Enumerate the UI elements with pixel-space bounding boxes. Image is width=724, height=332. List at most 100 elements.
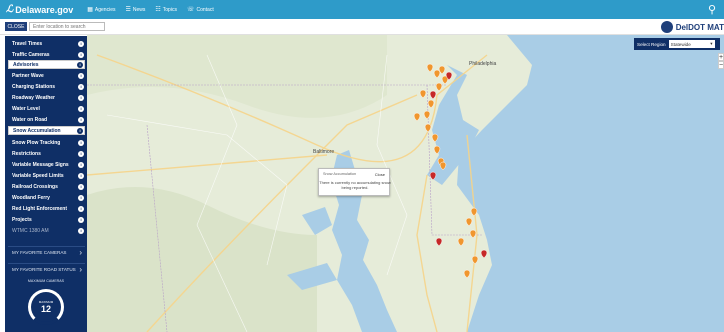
region-select[interactable]: Statewide ▾ <box>668 40 715 48</box>
top-bar: ℒ Delaware.gov ▦ Agencies ☰ News ☷ Topics ☏… <box>0 0 724 19</box>
info-icon[interactable]: i <box>77 61 83 68</box>
sidebar-item[interactable]: Traffic Cameras i <box>8 50 85 59</box>
info-icon[interactable]: i <box>78 194 84 201</box>
sidebar-item[interactable]: Travel Times i <box>8 39 85 48</box>
info-icon[interactable]: i <box>78 139 84 146</box>
sidebar-item[interactable]: Snow Plow Tracking i <box>8 138 85 147</box>
contact-icon: ☏ <box>186 7 195 13</box>
popup-close-button[interactable]: Close <box>375 172 385 177</box>
sidebar-link-label: MY FAVORITE ROAD STATUS <box>12 267 76 272</box>
info-icon[interactable]: i <box>78 205 84 212</box>
sidebar-item[interactable]: Charging Stations i <box>8 82 85 91</box>
sidebar-link[interactable]: MY FAVORITE ROAD STATUS › <box>8 263 85 275</box>
delaware-logo[interactable]: ℒ Delaware.gov <box>6 4 73 15</box>
nav-label: Topics <box>162 6 177 13</box>
sidebar-link[interactable]: MY FAVORITE CAMERAS › <box>8 246 85 258</box>
sidebar-item[interactable]: Woodland Ferry i <box>8 193 85 202</box>
top-nav: ▦ Agencies ☰ News ☷ Topics ☏ Contact <box>87 6 223 14</box>
sidebar-item-label: Woodland Ferry <box>12 194 50 201</box>
sidebar-item-label: Water on Road <box>12 116 48 123</box>
location-search-input[interactable] <box>29 22 105 31</box>
sidebar-item-label: Roadway Weather <box>12 94 55 101</box>
info-icon[interactable]: i <box>78 183 84 190</box>
brand-text: DelDOT MAT <box>675 22 724 32</box>
nav-label: News <box>132 6 146 13</box>
sidebar-item[interactable]: Variable Speed Limits i <box>8 171 85 180</box>
sidebar-item[interactable]: Projects i <box>8 215 85 224</box>
close-button[interactable]: CLOSE <box>5 22 27 31</box>
info-icon[interactable]: i <box>78 51 84 58</box>
region-selector[interactable]: Select Region Statewide ▾ <box>634 38 720 50</box>
city-label-baltimore: Baltimore <box>313 149 334 155</box>
zoom-out-button[interactable]: − <box>718 61 724 69</box>
sidebar-link-label: MY FAVORITE CAMERAS <box>12 250 67 255</box>
info-icon[interactable]: i <box>78 94 84 101</box>
sidebar-item[interactable]: Water on Road i <box>8 115 85 124</box>
nav-label: Contact <box>196 6 214 13</box>
snow-accumulation-popup: Snow Accumulation Close There is current… <box>318 168 391 196</box>
deldot-logo-icon <box>660 21 673 33</box>
site-name: Delaware.gov <box>15 4 74 15</box>
sidebar-item[interactable]: Snow Accumulation i <box>8 126 85 135</box>
sidebar-item-label: Red Light Enforcement <box>12 205 68 212</box>
sidebar-item-label: WTMC 1380 AM <box>12 227 49 234</box>
sidebar-item-label: Advisories <box>13 61 39 68</box>
sidebar-item[interactable]: Red Light Enforcement i <box>8 204 85 213</box>
info-icon[interactable]: i <box>78 161 84 168</box>
sidebar-item-label: Travel Times <box>12 40 43 47</box>
sidebar-item[interactable]: Roadway Weather i <box>8 93 85 102</box>
sidebar-item[interactable]: WTMC 1380 AM i <box>8 226 85 235</box>
sidebar-item[interactable]: Variable Message Signs i <box>8 160 85 169</box>
sidebar-item-label: Variable Message Signs <box>12 161 69 168</box>
sidebar-item[interactable]: Partner Wave i <box>8 71 85 80</box>
popup-title: Snow Accumulation <box>323 172 357 176</box>
nav-label: Agencies <box>94 6 116 13</box>
popup-message: There is currently no accumulating snow … <box>319 180 391 190</box>
camera-gauge: MAXIMUM 12 <box>28 289 64 325</box>
sidebar-item-label: Restrictions <box>12 150 41 157</box>
info-icon[interactable]: i <box>78 227 84 234</box>
nav-topics[interactable]: ☷ Topics <box>155 6 177 14</box>
info-icon[interactable]: i <box>77 127 83 134</box>
sidebar-item-label: Snow Accumulation <box>13 127 61 134</box>
sidebar-item[interactable]: Restrictions i <box>8 149 85 158</box>
deldot-brand[interactable]: DelDOT MAT <box>660 21 724 33</box>
sidebar-item[interactable]: Railroad Crossings i <box>8 182 85 191</box>
info-icon[interactable]: i <box>78 116 84 123</box>
layer-sidebar: Travel Times i Traffic Cameras i Advisories i… <box>5 36 87 332</box>
nav-contact[interactable]: ☏ Contact <box>186 6 214 14</box>
sidebar-item-label: Partner Wave <box>12 72 44 79</box>
info-icon[interactable]: i <box>78 216 84 223</box>
info-icon[interactable]: i <box>78 83 84 90</box>
chevron-right-icon: › <box>79 265 82 274</box>
search-icon[interactable]: ⚲ <box>708 3 716 16</box>
sidebar-item-label: Charging Stations <box>12 83 56 90</box>
building-icon: ▦ <box>87 7 93 13</box>
map-view[interactable]: Baltimore Philadelphia <box>87 35 724 332</box>
info-icon[interactable]: i <box>78 150 84 157</box>
chevron-down-icon: ▾ <box>710 41 713 46</box>
chevron-right-icon: › <box>79 248 82 257</box>
sidebar-item-label: Snow Plow Tracking <box>12 139 61 146</box>
info-icon[interactable]: i <box>78 105 84 112</box>
sidebar-item-label: Railroad Crossings <box>12 183 58 190</box>
sidebar-item-label: Water Level <box>12 105 40 112</box>
info-icon[interactable]: i <box>78 172 84 179</box>
map-canvas[interactable]: Baltimore Philadelphia <box>87 35 724 332</box>
sidebar-item-label: Projects <box>12 216 32 223</box>
info-icon[interactable]: i <box>78 72 84 79</box>
toolbar: CLOSE DelDOT MAT <box>0 19 724 35</box>
news-icon: ☰ <box>125 7 131 13</box>
nav-news[interactable]: ☰ News <box>125 6 146 14</box>
region-label: Select Region <box>637 41 666 47</box>
topics-icon: ☷ <box>155 7 161 13</box>
zoom-in-button[interactable]: + <box>718 53 724 61</box>
gauge-caption: MAXIMUM CAMERAS <box>27 279 65 283</box>
city-label-philadelphia: Philadelphia <box>469 61 496 67</box>
nav-agencies[interactable]: ▦ Agencies <box>87 6 116 14</box>
info-icon[interactable]: i <box>78 40 84 47</box>
zoom-control: + − <box>718 53 724 69</box>
sidebar-item-label: Traffic Cameras <box>12 51 50 58</box>
sidebar-item[interactable]: Advisories i <box>8 60 85 69</box>
sidebar-item[interactable]: Water Level i <box>8 104 85 113</box>
